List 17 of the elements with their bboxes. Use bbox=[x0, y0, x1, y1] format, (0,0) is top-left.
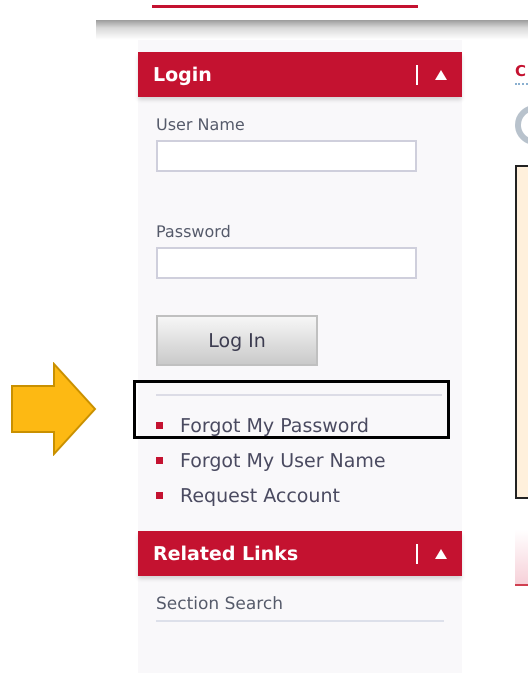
login-button[interactable]: Log In bbox=[156, 315, 318, 366]
panel-title: Related Links bbox=[153, 542, 300, 564]
bullet-icon bbox=[156, 457, 163, 464]
username-field[interactable] bbox=[156, 140, 417, 172]
bullet-icon bbox=[156, 492, 163, 499]
bullet-icon bbox=[156, 422, 163, 429]
password-field[interactable] bbox=[156, 247, 417, 279]
page-heading: C bbox=[515, 62, 528, 80]
sidebar-link[interactable]: Section Search bbox=[156, 576, 444, 622]
sidebar-link[interactable]: Forgot My User Name bbox=[180, 450, 386, 472]
collapse-icon[interactable] bbox=[434, 68, 448, 80]
sidebar-link[interactable]: Request Account bbox=[180, 484, 340, 506]
sidebar-link[interactable]: Forgot My Password bbox=[180, 414, 369, 436]
field-label: User Name bbox=[156, 115, 246, 134]
field-label: Password bbox=[156, 222, 232, 241]
collapse-icon[interactable] bbox=[434, 548, 448, 560]
panel-title: Login bbox=[153, 64, 213, 86]
